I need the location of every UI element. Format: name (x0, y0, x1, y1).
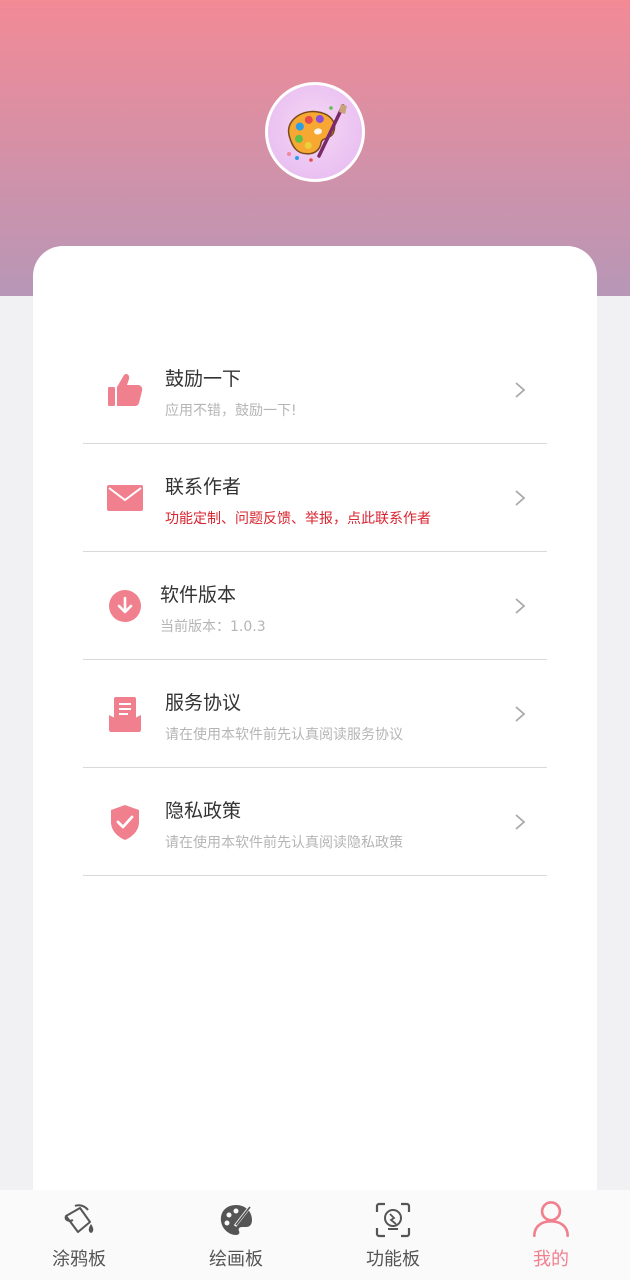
person-icon (533, 1201, 569, 1238)
menu-item-title: 联系作者 (165, 476, 242, 498)
menu-item-service-agreement[interactable]: 服务协议 请在使用本软件前先认真阅读服务协议 (83, 660, 547, 768)
menu-item-title: 隐私政策 (165, 800, 242, 822)
avatar[interactable] (265, 82, 365, 182)
tab-label: 绘画板 (209, 1249, 263, 1270)
menu-item-title: 软件版本 (160, 584, 237, 606)
menu-item-title: 鼓励一下 (165, 368, 242, 390)
menu-item-subtitle: 请在使用本软件前先认真阅读服务协议 (165, 727, 403, 743)
menu-item-subtitle: 当前版本：1.0.3 (160, 619, 266, 635)
tab-label: 我的 (533, 1249, 569, 1270)
face-scan-icon (375, 1202, 411, 1238)
tab-label: 涂鸦板 (52, 1249, 106, 1270)
chevron-right-icon (515, 489, 526, 506)
menu-item-contact-author[interactable]: 联系作者 功能定制、问题反馈、举报，点此联系作者 (83, 444, 547, 552)
palette-paintbrush-icon (268, 85, 362, 179)
paint-bucket-icon (64, 1204, 94, 1233)
palette-icon (220, 1205, 252, 1235)
chevron-right-icon (515, 381, 526, 398)
bottom-tab-bar: 涂鸦板 绘画板 功能板 我的 (0, 1190, 630, 1280)
settings-card: 鼓励一下 应用不错，鼓励一下! 联系作者 功能定制、问题反馈、举报，点此联系作者 (33, 246, 597, 1206)
tab-label: 功能板 (366, 1249, 420, 1270)
chevron-right-icon (515, 813, 526, 830)
menu-item-subtitle: 应用不错，鼓励一下! (165, 403, 297, 419)
tab-drawing-board[interactable]: 绘画板 (171, 1190, 301, 1280)
menu-list: 鼓励一下 应用不错，鼓励一下! 联系作者 功能定制、问题反馈、举报，点此联系作者 (83, 336, 547, 876)
menu-item-subtitle: 请在使用本软件前先认真阅读隐私政策 (165, 835, 403, 851)
chevron-right-icon (515, 705, 526, 722)
shield-check-icon (105, 802, 145, 842)
document-icon (105, 694, 145, 734)
menu-item-privacy-policy[interactable]: 隐私政策 请在使用本软件前先认真阅读隐私政策 (83, 768, 547, 876)
menu-item-title: 服务协议 (165, 692, 242, 714)
tab-function-board[interactable]: 功能板 (328, 1190, 458, 1280)
tab-mine[interactable]: 我的 (486, 1190, 616, 1280)
menu-item-subtitle: 功能定制、问题反馈、举报，点此联系作者 (165, 511, 431, 527)
envelope-icon (105, 478, 145, 518)
chevron-right-icon (515, 597, 526, 614)
tab-graffiti-board[interactable]: 涂鸦板 (14, 1190, 144, 1280)
menu-item-encourage[interactable]: 鼓励一下 应用不错，鼓励一下! (83, 336, 547, 444)
menu-item-software-version[interactable]: 软件版本 当前版本：1.0.3 (83, 552, 547, 660)
download-icon (105, 586, 145, 626)
thumbs-up-icon (105, 370, 145, 410)
